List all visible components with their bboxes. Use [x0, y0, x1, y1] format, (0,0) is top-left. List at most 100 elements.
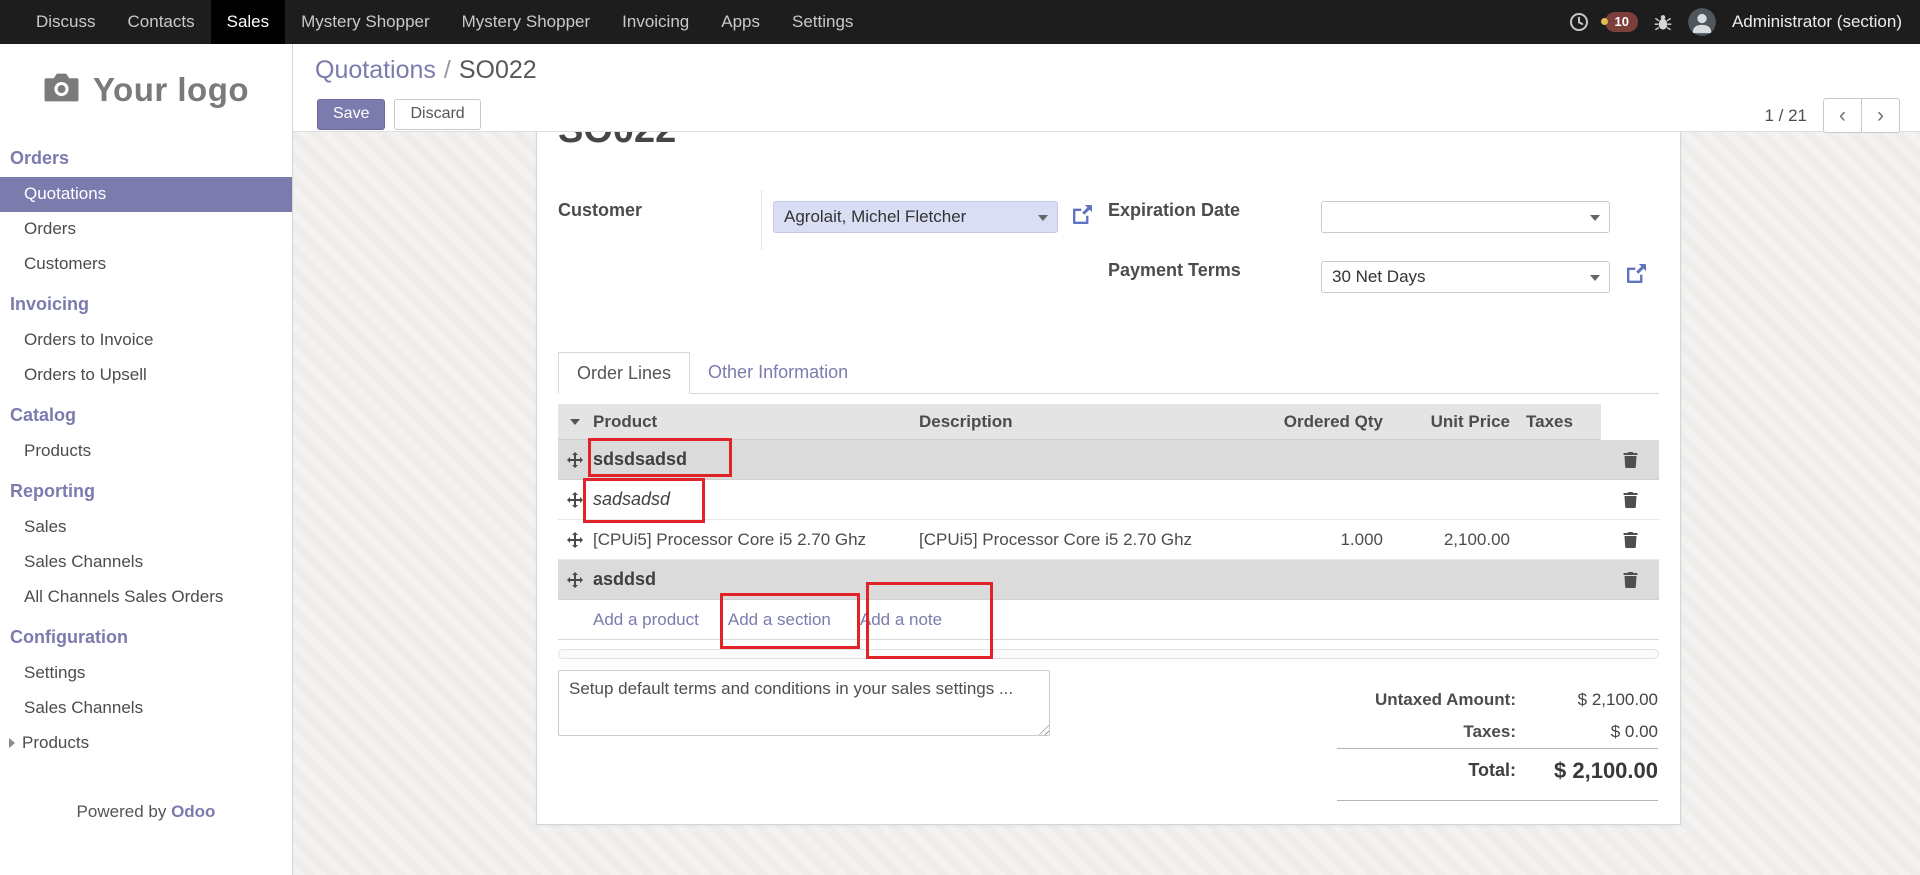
column-header-taxes: Taxes — [1515, 404, 1601, 440]
form-buttons: Save Discard — [317, 99, 481, 130]
tab-order-lines[interactable]: Order Lines — [558, 352, 690, 394]
main-area: Quotations / SO022 Save Discard 1 / 21 ‹ ›… — [293, 44, 1920, 875]
cell-ordered-qty[interactable]: 1.000 — [1242, 520, 1388, 559]
tab-other-information[interactable]: Other Information — [690, 352, 866, 393]
total-label: Total: — [1468, 760, 1516, 781]
logo-text: Your logo — [93, 71, 249, 109]
sidebar-section-invoicing: Invoicing — [0, 282, 292, 323]
cell-unit-price[interactable]: 2,100.00 — [1388, 520, 1515, 559]
odoo-link[interactable]: Odoo — [171, 802, 215, 821]
table-horizontal-scrollbar[interactable] — [558, 649, 1659, 659]
save-button[interactable]: Save — [317, 99, 385, 130]
cell-taxes[interactable] — [1515, 520, 1601, 559]
sidebar-item-quotations[interactable]: Quotations — [0, 177, 292, 212]
nav-item-invoicing[interactable]: Invoicing — [606, 0, 705, 44]
bug-icon[interactable] — [1654, 13, 1672, 32]
expiration-date-select[interactable] — [1321, 201, 1610, 233]
order-line-section-row-2[interactable]: asddsd — [558, 560, 1659, 600]
total-value: $ 2,100.00 — [1516, 758, 1658, 784]
table-header-row: Product Description Ordered Qty Unit Pri… — [558, 404, 1659, 440]
pager-next-button[interactable]: › — [1861, 98, 1900, 133]
drag-handle-icon[interactable] — [567, 572, 583, 588]
optional-columns-toggle-icon[interactable] — [570, 419, 580, 425]
discard-button[interactable]: Discard — [394, 99, 480, 130]
customer-external-link-icon[interactable] — [1073, 205, 1092, 224]
chevron-down-icon — [1590, 215, 1600, 221]
expiration-date-label: Expiration Date — [1108, 200, 1240, 221]
sidebar-menu: Orders Quotations Orders Customers Invoi… — [0, 136, 292, 761]
navbar-systray: 10 Administrator (section) — [1569, 0, 1920, 44]
add-a-note-link[interactable]: Add a note — [860, 610, 942, 630]
activities-clock-icon[interactable] — [1569, 12, 1589, 32]
nav-item-mystery-shopper-1[interactable]: Mystery Shopper — [285, 0, 446, 44]
cell-product[interactable]: [CPUi5] Processor Core i5 2.70 Ghz — [592, 520, 913, 559]
drag-handle-icon[interactable] — [567, 492, 583, 508]
order-line-section-row-1[interactable]: sdsdsadsd — [558, 440, 1659, 480]
customer-select[interactable]: Agrolait, Michel Fletcher — [773, 201, 1058, 233]
column-header-delete — [1601, 404, 1659, 440]
sidebar-item-sales-channels-config[interactable]: Sales Channels — [0, 691, 292, 726]
untaxed-amount-label: Untaxed Amount: — [1375, 690, 1516, 710]
delete-line-button[interactable] — [1618, 447, 1643, 473]
company-logo[interactable]: Your logo — [0, 44, 292, 136]
sidebar-item-settings[interactable]: Settings — [0, 656, 292, 691]
sidebar-item-all-channels-sales-orders[interactable]: All Channels Sales Orders — [0, 580, 292, 615]
user-avatar[interactable] — [1688, 8, 1716, 36]
sidebar-item-products-config[interactable]: Products — [0, 726, 292, 761]
section-line-text[interactable]: asddsd — [592, 560, 1601, 599]
quotation-form-sheet: SO022 Customer Agrolait, Michel Fletcher… — [536, 132, 1681, 825]
sidebar: Your logo Orders Quotations Orders Custo… — [0, 44, 293, 875]
breadcrumb-quotations[interactable]: Quotations — [315, 56, 436, 84]
odoo-backend: Discuss Contacts Sales Mystery Shopper M… — [0, 0, 1920, 875]
nav-item-sales[interactable]: Sales — [211, 0, 286, 44]
delete-line-button[interactable] — [1618, 527, 1643, 553]
sidebar-item-orders-to-invoice[interactable]: Orders to Invoice — [0, 323, 292, 358]
column-header-unit-price: Unit Price — [1388, 404, 1515, 440]
section-line-text[interactable]: sdsdsadsd — [592, 440, 1601, 479]
breadcrumb-separator: / — [444, 56, 451, 84]
drag-handle-icon[interactable] — [567, 532, 583, 548]
delete-line-button[interactable] — [1618, 567, 1643, 593]
untaxed-amount-value: $ 2,100.00 — [1516, 690, 1658, 710]
sidebar-section-orders: Orders — [0, 136, 292, 177]
quotation-title: SO022 — [558, 132, 676, 152]
nav-item-apps[interactable]: Apps — [705, 0, 776, 44]
taxes-value: $ 0.00 — [1516, 722, 1658, 742]
sidebar-item-sales-channels-report[interactable]: Sales Channels — [0, 545, 292, 580]
column-header-description: Description — [913, 404, 1242, 440]
sidebar-item-orders[interactable]: Orders — [0, 212, 292, 247]
form-view-scroll-area: SO022 Customer Agrolait, Michel Fletcher… — [293, 132, 1920, 875]
sidebar-item-customers[interactable]: Customers — [0, 247, 292, 282]
total-row: Total: $ 2,100.00 — [1337, 748, 1658, 792]
order-line-note-row[interactable]: sadsadsd — [558, 480, 1659, 520]
nav-item-contacts[interactable]: Contacts — [112, 0, 211, 44]
payment-terms-external-link-icon[interactable] — [1627, 264, 1646, 283]
field-separator — [761, 190, 762, 250]
nav-item-discuss[interactable]: Discuss — [20, 0, 112, 44]
sidebar-section-configuration: Configuration — [0, 615, 292, 656]
chevron-down-icon — [1590, 275, 1600, 281]
add-a-section-link[interactable]: Add a section — [728, 610, 831, 630]
sidebar-item-orders-to-upsell[interactable]: Orders to Upsell — [0, 358, 292, 393]
untaxed-amount-row: Untaxed Amount: $ 2,100.00 — [1337, 684, 1658, 716]
sidebar-section-reporting: Reporting — [0, 469, 292, 510]
sidebar-item-sales-report[interactable]: Sales — [0, 510, 292, 545]
chevron-down-icon — [1038, 215, 1048, 221]
nav-item-settings[interactable]: Settings — [776, 0, 869, 44]
nav-item-mystery-shopper-2[interactable]: Mystery Shopper — [446, 0, 607, 44]
payment-terms-select[interactable]: 30 Net Days — [1321, 261, 1610, 293]
pager-previous-button[interactable]: ‹ — [1823, 98, 1862, 133]
terms-and-conditions-input[interactable]: Setup default terms and conditions in yo… — [558, 670, 1050, 736]
order-line-product-row[interactable]: [CPUi5] Processor Core i5 2.70 Ghz [CPUi… — [558, 520, 1659, 560]
sidebar-section-catalog: Catalog — [0, 393, 292, 434]
cell-description[interactable]: [CPUi5] Processor Core i5 2.70 Ghz — [913, 520, 1242, 559]
note-line-text[interactable]: sadsadsd — [592, 480, 1601, 519]
delete-line-button[interactable] — [1618, 487, 1643, 513]
add-a-product-link[interactable]: Add a product — [593, 610, 699, 630]
breadcrumb: Quotations/SO022 — [315, 56, 537, 85]
sidebar-item-products-catalog[interactable]: Products — [0, 434, 292, 469]
user-menu[interactable]: Administrator (section) — [1732, 12, 1902, 32]
record-pager: 1 / 21 ‹ › — [1764, 98, 1900, 133]
drag-handle-icon[interactable] — [567, 452, 583, 468]
notification-badge[interactable]: 10 — [1605, 12, 1637, 32]
